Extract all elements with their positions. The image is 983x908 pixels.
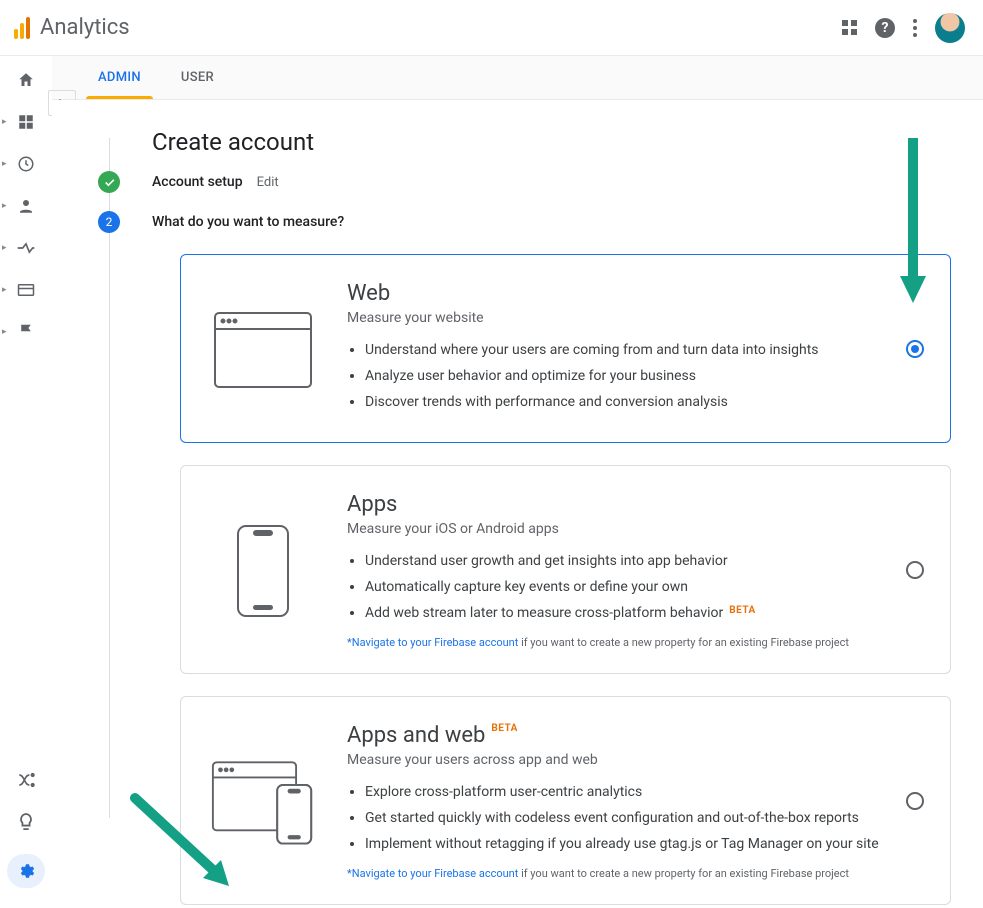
main-content: Create account Account setup Edit 2 What… (52, 100, 983, 908)
realtime-clock-icon[interactable] (14, 154, 38, 174)
option-appsweb-title: Apps and webBETA (347, 723, 879, 748)
page-title: Create account (152, 128, 951, 156)
option-apps-bullet: Understand user growth and get insights … (365, 551, 849, 572)
annotation-arrow-icon (898, 138, 928, 308)
option-apps-bullet: Automatically capture key events or defi… (365, 577, 849, 598)
topbar-right: ? (842, 13, 965, 43)
browser-window-icon (211, 281, 315, 418)
option-web-radio[interactable] (906, 340, 924, 358)
analytics-logo-icon (14, 17, 30, 39)
option-web-title: Web (347, 281, 819, 306)
option-web-bullet: Discover trends with performance and con… (365, 392, 819, 413)
option-apps-sub: Measure your iOS or Android apps (347, 521, 849, 537)
tab-user[interactable]: USER (181, 56, 214, 99)
option-appsweb-radio[interactable] (906, 792, 924, 810)
option-apps-card[interactable]: Apps Measure your iOS or Android apps Un… (180, 465, 951, 674)
option-appsweb-bullet: Get started quickly with codeless event … (365, 808, 879, 829)
check-circle-icon (98, 171, 120, 193)
top-bar: Analytics ? (0, 0, 983, 56)
option-apps-bullet: Add web stream later to measure cross-pl… (365, 603, 849, 624)
firebase-note: *Navigate to your Firebase account if yo… (347, 636, 849, 649)
beta-badge: BETA (491, 723, 518, 734)
step-measure: 2 What do you want to measure? (152, 214, 951, 230)
apps-grid-icon[interactable] (842, 20, 857, 35)
product-name: Analytics (40, 15, 130, 40)
option-appsweb-card[interactable]: Apps and webBETA Measure your users acro… (180, 696, 951, 905)
firebase-note: *Navigate to your Firebase account if yo… (347, 867, 879, 880)
step-account-setup: Account setup Edit (152, 174, 951, 190)
option-apps-radio[interactable] (906, 561, 924, 579)
discover-lightbulb-icon[interactable] (14, 812, 38, 832)
step1-edit-link[interactable]: Edit (257, 175, 279, 190)
annotation-arrow-icon (125, 788, 245, 898)
left-rail (0, 56, 52, 908)
more-vert-icon[interactable] (913, 19, 917, 37)
topbar-left: Analytics (14, 15, 130, 40)
step2-number-badge: 2 (98, 211, 120, 233)
option-web-sub: Measure your website (347, 310, 819, 326)
option-web-bullet: Analyze user behavior and optimize for y… (365, 366, 819, 387)
acquisition-flow-icon[interactable] (14, 238, 38, 258)
option-appsweb-sub: Measure your users across app and web (347, 752, 879, 768)
step1-title: Account setup (152, 174, 243, 190)
admin-tabs: ADMIN USER (52, 56, 983, 100)
option-web-bullet: Understand where your users are coming f… (365, 340, 819, 361)
firebase-link[interactable]: *Navigate to your Firebase account (347, 867, 518, 880)
behavior-card-icon[interactable] (14, 280, 38, 300)
option-web-card[interactable]: Web Measure your website Understand wher… (180, 254, 951, 443)
firebase-link[interactable]: *Navigate to your Firebase account (347, 636, 518, 649)
step-connector-line (109, 138, 110, 818)
beta-badge: BETA (729, 605, 756, 616)
attribution-icon[interactable] (14, 770, 38, 790)
conversions-flag-icon[interactable] (14, 322, 38, 342)
option-appsweb-bullet: Explore cross-platform user-centric anal… (365, 782, 879, 803)
option-apps-title: Apps (347, 492, 849, 517)
home-icon[interactable] (14, 70, 38, 90)
admin-gear-button[interactable] (7, 854, 45, 888)
phone-icon (211, 492, 315, 649)
tab-admin[interactable]: ADMIN (98, 56, 141, 99)
option-appsweb-bullet: Implement without retagging if you alrea… (365, 834, 879, 855)
help-icon[interactable]: ? (875, 18, 895, 38)
avatar[interactable] (935, 13, 965, 43)
dashboard-icon[interactable] (14, 112, 38, 132)
step2-title: What do you want to measure? (152, 214, 344, 230)
audience-person-icon[interactable] (14, 196, 38, 216)
